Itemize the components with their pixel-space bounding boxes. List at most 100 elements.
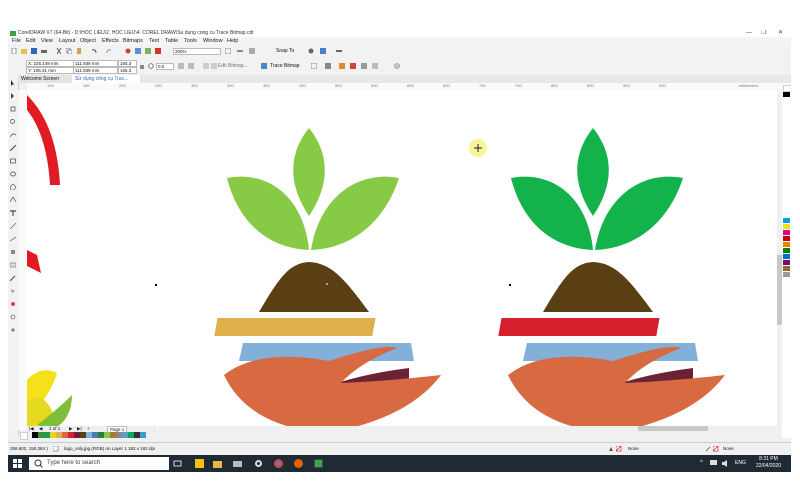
export-icon[interactable] [145, 48, 151, 54]
guidelines-icon[interactable] [249, 48, 255, 54]
sticky-notes-icon[interactable] [195, 459, 204, 468]
link-bitmap-icon[interactable] [339, 63, 345, 69]
pick-tool-icon[interactable] [10, 80, 16, 86]
chrome-icon[interactable] [274, 459, 283, 468]
wrap-text-icon[interactable] [372, 63, 378, 69]
save-icon[interactable] [31, 48, 37, 54]
trace-bitmap-button[interactable]: Trace Bitmap [270, 63, 300, 69]
add-icon[interactable] [394, 63, 400, 69]
paste-icon[interactable] [76, 48, 82, 54]
open-folder-icon[interactable] [21, 48, 27, 54]
swatch-black[interactable] [783, 92, 790, 97]
rotation-angle-field[interactable]: 0.0 [156, 63, 174, 70]
menu-table[interactable]: Table [165, 37, 178, 45]
connector-tool-icon[interactable] [10, 236, 16, 242]
swatch[interactable] [783, 272, 790, 277]
undo-icon[interactable] [91, 48, 97, 54]
swatch[interactable] [783, 242, 790, 247]
menu-text[interactable]: Text [149, 37, 159, 45]
height-field[interactable]: 111.938 mm [73, 67, 118, 74]
y-position-field[interactable]: Y: 106.31 mm [26, 67, 74, 74]
system-clock[interactable]: 8:31 PM 22/04/2020 [756, 456, 781, 470]
menu-help[interactable]: Help [227, 37, 238, 45]
interactive-fill-tool-icon[interactable] [10, 288, 16, 294]
transparency-tool-icon[interactable] [10, 262, 16, 268]
cut-icon[interactable] [56, 48, 62, 54]
freehand-tool-icon[interactable] [10, 132, 16, 138]
tray-chevron-icon[interactable]: ^ [700, 460, 703, 466]
menu-tools[interactable]: Tools [184, 37, 197, 45]
x-position-field[interactable]: X: 225.149 mm [26, 60, 74, 67]
zoom-level-select[interactable]: 200% [173, 48, 221, 55]
menu-view[interactable]: View [41, 37, 53, 45]
parallel-dimension-tool-icon[interactable] [10, 223, 16, 229]
drop-shadow-tool-icon[interactable] [10, 249, 16, 255]
application-launcher-icon[interactable] [320, 48, 326, 54]
embed-bitmap-icon[interactable] [350, 63, 356, 69]
polygon-tool-icon[interactable] [10, 184, 16, 190]
swatch[interactable] [20, 432, 28, 440]
close-button[interactable]: ✕ [778, 30, 783, 37]
outline-pen-icon[interactable] [10, 314, 16, 320]
swatch[interactable] [783, 224, 790, 229]
menu-object[interactable]: Object [80, 37, 96, 45]
menu-window[interactable]: Window [203, 37, 223, 45]
resample-icon[interactable] [203, 63, 209, 69]
copy-icon[interactable] [66, 48, 72, 54]
file-explorer-icon[interactable] [213, 459, 222, 468]
pdf-icon[interactable] [155, 48, 161, 54]
customize-icon[interactable] [336, 48, 342, 54]
swatch[interactable] [783, 248, 790, 253]
menu-layout[interactable]: Layout [59, 37, 76, 45]
tab-welcome-screen[interactable]: Welcome Screen [18, 75, 72, 83]
redo-icon[interactable] [106, 48, 112, 54]
task-view-icon[interactable] [173, 459, 182, 468]
edit-bitmap-button[interactable]: Edit Bitmap... [218, 63, 248, 69]
network-icon[interactable] [710, 460, 717, 467]
coreldraw-taskbar-icon[interactable] [314, 459, 323, 468]
swatch[interactable] [140, 432, 146, 438]
drawing-canvas[interactable] [27, 90, 777, 430]
minimize-button[interactable]: — [746, 30, 752, 37]
import-icon[interactable] [135, 48, 141, 54]
resample-bitmap-icon[interactable] [361, 63, 367, 69]
crop-bitmap-icon[interactable] [311, 63, 317, 69]
rulers-icon[interactable] [237, 48, 243, 54]
mirror-vertical-icon[interactable] [188, 63, 194, 69]
firefox-icon[interactable] [294, 459, 303, 468]
language-indicator[interactable]: ENG [735, 460, 746, 466]
rectangle-tool-icon[interactable] [10, 158, 16, 164]
horizontal-scroll-thumb[interactable] [638, 426, 708, 431]
options-icon[interactable] [308, 48, 314, 54]
shape-tool-icon[interactable] [10, 93, 16, 99]
text-tool-icon[interactable] [10, 210, 16, 216]
search-content-icon[interactable] [125, 48, 131, 54]
width-field[interactable]: 111.938 mm [73, 60, 118, 67]
scale-height-field[interactable]: 165.3 [118, 67, 137, 74]
maximize-button[interactable]: ❐ [761, 30, 766, 37]
menu-edit[interactable]: Edit [26, 37, 35, 45]
menu-bitmaps[interactable]: Bitmaps [123, 37, 143, 45]
artistic-media-tool-icon[interactable] [10, 145, 16, 151]
crop-tool-icon[interactable] [10, 106, 16, 112]
ellipse-tool-icon[interactable] [10, 171, 16, 177]
new-document-icon[interactable] [11, 48, 17, 54]
swatch-none[interactable] [783, 85, 791, 92]
add-tool-icon[interactable] [10, 327, 16, 333]
doc-info-icon[interactable] [53, 446, 59, 452]
windows-start-icon[interactable] [13, 459, 22, 468]
fill-status[interactable]: None [628, 446, 639, 452]
scale-width-field[interactable]: 165.3 [118, 60, 137, 67]
basic-shapes-tool-icon[interactable] [10, 197, 16, 203]
horizontal-scrollbar[interactable] [158, 426, 777, 431]
eyedropper-tool-icon[interactable] [10, 275, 16, 281]
swatch[interactable] [783, 260, 790, 265]
swatch[interactable] [783, 218, 790, 223]
swatch[interactable] [783, 254, 790, 259]
tab-trace-bitmap-document[interactable]: Sử dụng công cụ Trac... [72, 75, 140, 83]
menu-file[interactable]: File [12, 37, 21, 45]
zoom-tool-icon[interactable] [10, 119, 16, 125]
taskbar-search-box[interactable]: Type here to search [29, 457, 169, 470]
print-icon[interactable] [41, 48, 47, 54]
volume-icon[interactable] [722, 460, 729, 467]
